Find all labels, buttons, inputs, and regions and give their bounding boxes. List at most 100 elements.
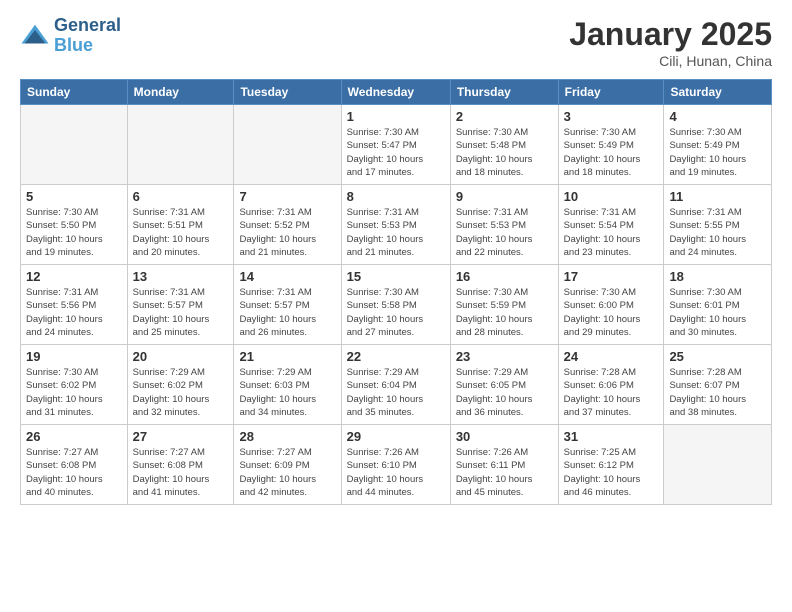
day-info: Sunrise: 7:30 AMSunset: 5:47 PMDaylight:… (347, 126, 445, 179)
week-row-4: 19 Sunrise: 7:30 AMSunset: 6:02 PMDayligh… (21, 345, 772, 425)
day-info: Sunrise: 7:31 AMSunset: 5:55 PMDaylight:… (669, 206, 766, 259)
day-number: 26 (26, 429, 122, 444)
page: General Blue January 2025 Cili, Hunan, C… (0, 0, 792, 515)
week-row-3: 12 Sunrise: 7:31 AMSunset: 5:56 PMDayligh… (21, 265, 772, 345)
day-number: 19 (26, 349, 122, 364)
day-number: 20 (133, 349, 229, 364)
calendar-cell (21, 105, 128, 185)
calendar-cell: 31 Sunrise: 7:25 AMSunset: 6:12 PMDayligh… (558, 425, 664, 505)
calendar-cell: 25 Sunrise: 7:28 AMSunset: 6:07 PMDayligh… (664, 345, 772, 425)
day-number: 29 (347, 429, 445, 444)
day-info: Sunrise: 7:26 AMSunset: 6:10 PMDaylight:… (347, 446, 445, 499)
day-info: Sunrise: 7:30 AMSunset: 6:01 PMDaylight:… (669, 286, 766, 339)
day-number: 11 (669, 189, 766, 204)
day-number: 7 (239, 189, 335, 204)
header: General Blue January 2025 Cili, Hunan, C… (20, 16, 772, 69)
calendar-cell: 30Sunrise: 7:26 AMSunset: 6:11 PMDayligh… (450, 425, 558, 505)
calendar-cell: 7 Sunrise: 7:31 AMSunset: 5:52 PMDaylight… (234, 185, 341, 265)
calendar-cell: 3 Sunrise: 7:30 AMSunset: 5:49 PMDaylight… (558, 105, 664, 185)
calendar-cell: 14 Sunrise: 7:31 AMSunset: 5:57 PMDayligh… (234, 265, 341, 345)
logo-text-top: General (54, 16, 121, 36)
calendar-cell (664, 425, 772, 505)
day-number: 28 (239, 429, 335, 444)
day-number: 3 (564, 109, 659, 124)
day-info: Sunrise: 7:29 AMSunset: 6:05 PMDaylight:… (456, 366, 553, 419)
calendar-cell: 5 Sunrise: 7:30 AMSunset: 5:50 PMDaylight… (21, 185, 128, 265)
calendar-table: SundayMondayTuesdayWednesdayThursdayFrid… (20, 79, 772, 505)
day-info: Sunrise: 7:27 AMSunset: 6:08 PMDaylight:… (133, 446, 229, 499)
day-number: 14 (239, 269, 335, 284)
calendar-cell: 20 Sunrise: 7:29 AMSunset: 6:02 PMDayligh… (127, 345, 234, 425)
day-number: 22 (347, 349, 445, 364)
calendar-cell: 27 Sunrise: 7:27 AMSunset: 6:08 PMDayligh… (127, 425, 234, 505)
day-number: 23 (456, 349, 553, 364)
calendar-cell: 18 Sunrise: 7:30 AMSunset: 6:01 PMDayligh… (664, 265, 772, 345)
day-number: 8 (347, 189, 445, 204)
day-number: 27 (133, 429, 229, 444)
week-row-5: 26 Sunrise: 7:27 AMSunset: 6:08 PMDayligh… (21, 425, 772, 505)
weekday-header-wednesday: Wednesday (341, 80, 450, 105)
weekday-header-monday: Monday (127, 80, 234, 105)
day-info: Sunrise: 7:30 AMSunset: 5:59 PMDaylight:… (456, 286, 553, 339)
logo-text-bottom: Blue (54, 36, 121, 56)
calendar-cell: 21Sunrise: 7:29 AMSunset: 6:03 PMDayligh… (234, 345, 341, 425)
day-number: 25 (669, 349, 766, 364)
day-info: Sunrise: 7:29 AMSunset: 6:04 PMDaylight:… (347, 366, 445, 419)
day-info: Sunrise: 7:29 AMSunset: 6:02 PMDaylight:… (133, 366, 229, 419)
calendar-cell: 28 Sunrise: 7:27 AMSunset: 6:09 PMDayligh… (234, 425, 341, 505)
weekday-header-thursday: Thursday (450, 80, 558, 105)
day-number: 15 (347, 269, 445, 284)
day-info: Sunrise: 7:30 AMSunset: 6:00 PMDaylight:… (564, 286, 659, 339)
day-info: Sunrise: 7:31 AMSunset: 5:54 PMDaylight:… (564, 206, 659, 259)
calendar-cell: 12 Sunrise: 7:31 AMSunset: 5:56 PMDayligh… (21, 265, 128, 345)
calendar-cell: 1Sunrise: 7:30 AMSunset: 5:47 PMDaylight… (341, 105, 450, 185)
day-number: 31 (564, 429, 659, 444)
calendar-cell: 4Sunrise: 7:30 AMSunset: 5:49 PMDaylight… (664, 105, 772, 185)
calendar-cell: 2 Sunrise: 7:30 AMSunset: 5:48 PMDaylight… (450, 105, 558, 185)
day-number: 18 (669, 269, 766, 284)
day-info: Sunrise: 7:31 AMSunset: 5:53 PMDaylight:… (456, 206, 553, 259)
day-info: Sunrise: 7:30 AMSunset: 5:50 PMDaylight:… (26, 206, 122, 259)
day-number: 5 (26, 189, 122, 204)
calendar-cell: 11 Sunrise: 7:31 AMSunset: 5:55 PMDayligh… (664, 185, 772, 265)
calendar-cell (127, 105, 234, 185)
day-info: Sunrise: 7:30 AMSunset: 5:48 PMDaylight:… (456, 126, 553, 179)
calendar-cell: 29 Sunrise: 7:26 AMSunset: 6:10 PMDayligh… (341, 425, 450, 505)
day-number: 6 (133, 189, 229, 204)
title-block: January 2025 Cili, Hunan, China (569, 16, 772, 69)
day-info: Sunrise: 7:31 AMSunset: 5:53 PMDaylight:… (347, 206, 445, 259)
day-info: Sunrise: 7:31 AMSunset: 5:57 PMDaylight:… (239, 286, 335, 339)
calendar-cell: 8 Sunrise: 7:31 AMSunset: 5:53 PMDaylight… (341, 185, 450, 265)
day-number: 13 (133, 269, 229, 284)
day-number: 16 (456, 269, 553, 284)
calendar-cell: 16 Sunrise: 7:30 AMSunset: 5:59 PMDayligh… (450, 265, 558, 345)
day-info: Sunrise: 7:25 AMSunset: 6:12 PMDaylight:… (564, 446, 659, 499)
day-info: Sunrise: 7:31 AMSunset: 5:56 PMDaylight:… (26, 286, 122, 339)
day-number: 12 (26, 269, 122, 284)
calendar-cell: 10 Sunrise: 7:31 AMSunset: 5:54 PMDayligh… (558, 185, 664, 265)
day-info: Sunrise: 7:26 AMSunset: 6:11 PMDaylight:… (456, 446, 553, 499)
day-info: Sunrise: 7:31 AMSunset: 5:51 PMDaylight:… (133, 206, 229, 259)
weekday-header-sunday: Sunday (21, 80, 128, 105)
calendar-cell: 22 Sunrise: 7:29 AMSunset: 6:04 PMDayligh… (341, 345, 450, 425)
weekday-header-tuesday: Tuesday (234, 80, 341, 105)
calendar-cell: 9 Sunrise: 7:31 AMSunset: 5:53 PMDaylight… (450, 185, 558, 265)
day-number: 10 (564, 189, 659, 204)
day-number: 2 (456, 109, 553, 124)
day-info: Sunrise: 7:30 AMSunset: 5:49 PMDaylight:… (564, 126, 659, 179)
calendar-cell: 13 Sunrise: 7:31 AMSunset: 5:57 PMDayligh… (127, 265, 234, 345)
day-info: Sunrise: 7:27 AMSunset: 6:09 PMDaylight:… (239, 446, 335, 499)
calendar-cell: 15Sunrise: 7:30 AMSunset: 5:58 PMDayligh… (341, 265, 450, 345)
day-info: Sunrise: 7:31 AMSunset: 5:57 PMDaylight:… (133, 286, 229, 339)
day-info: Sunrise: 7:31 AMSunset: 5:52 PMDaylight:… (239, 206, 335, 259)
day-info: Sunrise: 7:28 AMSunset: 6:06 PMDaylight:… (564, 366, 659, 419)
day-number: 21 (239, 349, 335, 364)
day-number: 17 (564, 269, 659, 284)
calendar-cell: 26Sunrise: 7:27 AMSunset: 6:08 PMDayligh… (21, 425, 128, 505)
calendar-cell: 6 Sunrise: 7:31 AMSunset: 5:51 PMDaylight… (127, 185, 234, 265)
calendar-cell: 24Sunrise: 7:28 AMSunset: 6:06 PMDayligh… (558, 345, 664, 425)
month-title: January 2025 (569, 16, 772, 53)
day-info: Sunrise: 7:30 AMSunset: 6:02 PMDaylight:… (26, 366, 122, 419)
day-info: Sunrise: 7:28 AMSunset: 6:07 PMDaylight:… (669, 366, 766, 419)
day-number: 9 (456, 189, 553, 204)
